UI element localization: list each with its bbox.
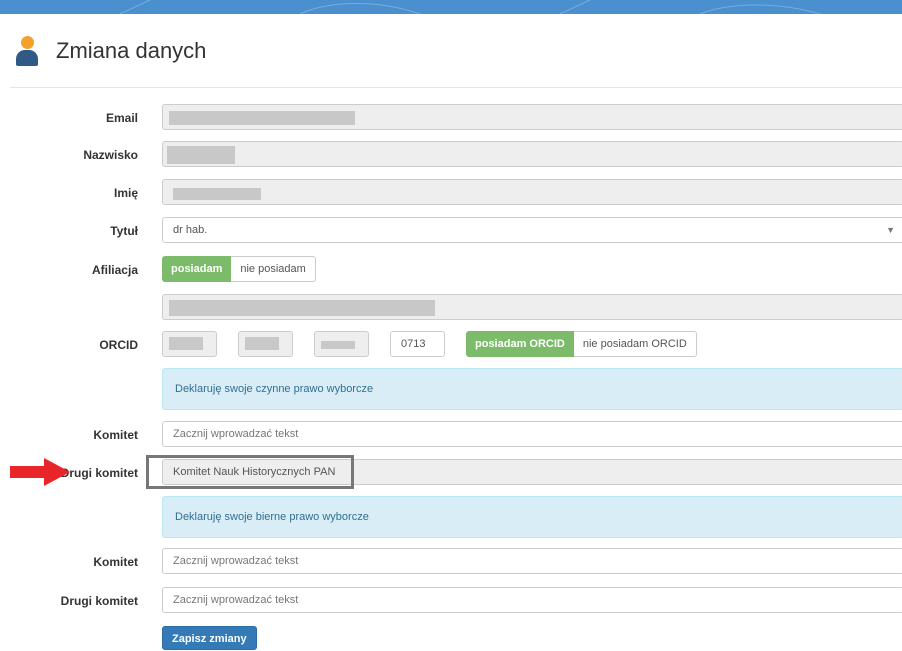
redacted-value: [173, 188, 261, 200]
affiliation-has-button[interactable]: posiadam: [162, 256, 232, 282]
redacted-value: [169, 300, 435, 316]
header-divider: [10, 87, 902, 88]
firstname-label: Imię: [113, 186, 138, 200]
orcid-part4-field[interactable]: 0713: [390, 331, 445, 357]
second-committee2-label: Drugi komitet: [60, 594, 138, 608]
committee-placeholder: Zacznij wprowadzać tekst: [173, 428, 299, 440]
redacted-value: [167, 146, 235, 164]
redacted-value: [245, 337, 279, 350]
title-label: Tytuł: [110, 224, 138, 238]
orcid-part1-field[interactable]: [162, 331, 217, 357]
orcid-toggle[interactable]: posiadam ORCID nie posiadam ORCID: [466, 331, 697, 357]
orcid-part4-value: 0713: [401, 338, 426, 350]
second-committee2-input[interactable]: Zacznij wprowadzać tekst: [162, 587, 902, 613]
surname-label: Nazwisko: [83, 148, 138, 162]
page-title: Zmiana danych: [56, 38, 207, 63]
orcid-label: ORCID: [99, 338, 138, 352]
redacted-value: [321, 341, 355, 349]
caret-down-icon: ▼: [886, 225, 895, 235]
highlight-box: [146, 455, 354, 489]
email-label: Email: [105, 111, 138, 125]
committee-label: Komitet: [93, 428, 138, 442]
second-committee2-placeholder: Zacznij wprowadzać tekst: [173, 594, 299, 606]
firstname-field[interactable]: [162, 179, 902, 205]
user-icon: [14, 36, 40, 66]
committee2-placeholder: Zacznij wprowadzać tekst: [173, 555, 299, 567]
save-button[interactable]: Zapisz zmiany: [162, 626, 257, 650]
committee-input[interactable]: Zacznij wprowadzać tekst: [162, 421, 902, 447]
affiliation-toggle[interactable]: posiadam nie posiadam: [162, 256, 316, 282]
email-field[interactable]: [162, 104, 902, 130]
surname-field[interactable]: [162, 141, 902, 167]
title-select-value: dr hab.: [173, 224, 208, 236]
page-header: Zmiana danych: [14, 33, 206, 69]
top-bar: [0, 0, 902, 14]
orcid-part2-field[interactable]: [238, 331, 293, 357]
committee2-input[interactable]: Zacznij wprowadzać tekst: [162, 548, 902, 574]
topbar-pattern: [119, 0, 821, 14]
orcid-part3-field[interactable]: [314, 331, 369, 357]
red-arrow-icon: [10, 458, 70, 486]
affiliation-label: Afiliacja: [91, 263, 138, 277]
affiliation-field[interactable]: [162, 294, 902, 320]
committee2-label: Komitet: [93, 555, 138, 569]
redacted-value: [169, 337, 203, 350]
orcid-hasnot-button[interactable]: nie posiadam ORCID: [573, 331, 697, 357]
orcid-has-button[interactable]: posiadam ORCID: [466, 331, 574, 357]
redacted-value: [169, 111, 355, 125]
affiliation-hasnot-button[interactable]: nie posiadam: [231, 256, 316, 282]
title-select[interactable]: dr hab. ▼: [162, 217, 902, 243]
passive-vote-info: Deklaruję swoje bierne prawo wyborcze: [162, 496, 902, 538]
active-vote-info: Deklaruję swoje czynne prawo wyborcze: [162, 368, 902, 410]
second-committee-label: Drugi komitet: [60, 466, 138, 480]
